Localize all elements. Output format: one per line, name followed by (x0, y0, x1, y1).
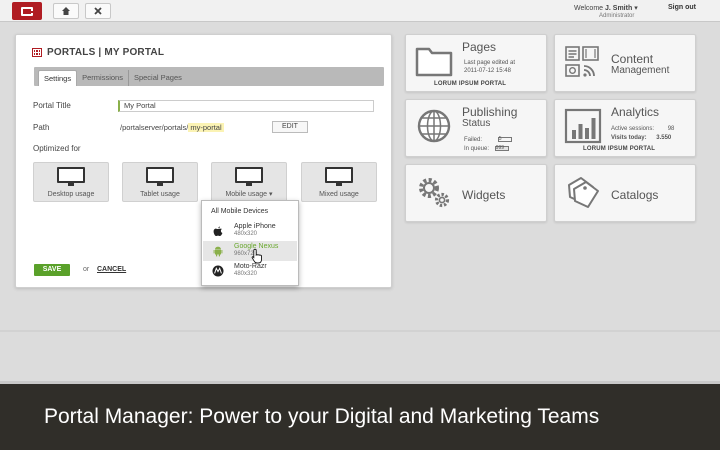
last-edited-label: Last page edited at (464, 60, 516, 66)
sign-out-link[interactable]: Sign out (668, 4, 696, 11)
tile-title: Pages (462, 40, 497, 54)
caption-text: Portal Manager: Power to your Digital an… (44, 405, 600, 428)
tab-settings[interactable]: Settings (38, 70, 78, 86)
cancel-link[interactable]: CANCEL (97, 266, 126, 273)
tile-analytics[interactable]: Analytics Active sessions: 98 Visits tod… (554, 99, 696, 157)
hand-cursor-icon (251, 248, 262, 264)
active-sessions-stat: Active sessions: 98 (611, 126, 674, 132)
tile-footer: LORUM IPSUM PORTAL (583, 146, 656, 152)
tile-title-line2: Management (611, 65, 670, 76)
device-option-mixed[interactable]: Mixed usage (301, 162, 377, 202)
tile-title: Widgets (462, 188, 506, 202)
device-name: Moto-Razr (234, 263, 267, 270)
queue-value: 999 (494, 146, 509, 151)
apple-icon (213, 226, 223, 236)
device-label: Mixed usage (319, 191, 359, 198)
active-sessions-value: 98 (667, 126, 675, 132)
user-name: J. Smith (605, 5, 633, 12)
device-name: Apple iPhone (234, 223, 276, 230)
failed-label: Failed: (464, 137, 483, 144)
or-text: or (83, 266, 90, 273)
settings-tabs: Settings Permissions Special Pages (34, 67, 384, 86)
device-resolution: 480x320 (234, 271, 258, 277)
caption-bar: Portal Manager: Power to your Digital an… (0, 381, 720, 450)
tile-pages[interactable]: Pages Last page edited at 2011-07-12 15:… (405, 34, 547, 92)
tile-title: Publishing (462, 105, 518, 119)
logo-mark-icon (21, 6, 33, 16)
panel-title: PORTALS | MY PORTAL (32, 47, 164, 58)
tags-icon (568, 177, 599, 208)
welcome-prefix: Welcome (574, 5, 604, 12)
failed-value: 5 (497, 137, 512, 142)
visits-today-stat: Visits today: 3.550 (611, 135, 671, 141)
path-value: /portalserver/portals/my-portal (120, 123, 224, 132)
close-icon (94, 7, 102, 15)
tile-title: Analytics (611, 105, 660, 119)
visits-today-value: 3.550 (656, 135, 672, 141)
panel-title-text: PORTALS | MY PORTAL (47, 47, 165, 58)
path-slug[interactable]: my-portal (188, 123, 224, 132)
tile-catalogs[interactable]: Catalogs (554, 164, 696, 222)
bar-chart-icon (564, 108, 602, 144)
android-icon (213, 246, 223, 257)
monitor-icon (57, 167, 85, 186)
gears-icon (419, 178, 450, 208)
content-media-icon (565, 46, 599, 77)
tab-special-pages[interactable]: Special Pages (129, 70, 187, 86)
edit-path-button[interactable]: EDIT (272, 121, 308, 133)
tile-widgets[interactable]: Widgets (405, 164, 547, 222)
device-option-mobile[interactable]: Mobile usage ▾ (211, 162, 287, 202)
globe-icon (417, 109, 451, 143)
tile-title-line2: Status (462, 118, 491, 129)
portal-grid-icon (32, 48, 42, 57)
home-icon (62, 7, 70, 15)
last-edited-date: 2011-07-12 15:48 (464, 68, 511, 74)
device-option-desktop[interactable]: Desktop usage (33, 162, 109, 202)
failed-stat: Failed: 5 (464, 137, 512, 143)
monitor-icon (325, 167, 353, 186)
close-button[interactable] (85, 3, 111, 19)
monitor-icon (146, 167, 174, 186)
queue-label: In queue: (464, 146, 490, 153)
user-role: Administrator (599, 13, 635, 19)
section-divider (0, 330, 720, 332)
motorola-icon (212, 265, 224, 277)
monitor-icon (235, 167, 263, 186)
optimized-for-label: Optimized for (33, 144, 81, 153)
tab-permissions[interactable]: Permissions (77, 70, 129, 86)
active-sessions-label: Active sessions: (611, 126, 655, 132)
tile-footer: LORUM IPSUM PORTAL (434, 81, 507, 87)
dropdown-item-apple-iphone[interactable]: Apple iPhone 480x320 (203, 221, 297, 241)
top-bar: Welcome J. Smith ▾ Administrator Sign ou… (0, 0, 720, 22)
path-label: Path (33, 123, 50, 132)
home-button[interactable] (53, 3, 79, 19)
queue-stat: In queue: 999 (464, 146, 509, 152)
save-button[interactable]: SAVE (34, 264, 70, 276)
user-menu-chevron-icon: ▾ (634, 5, 638, 12)
portal-title-label: Portal Title (33, 101, 71, 110)
visits-today-label: Visits today: (611, 135, 647, 141)
tile-title: Content (611, 52, 654, 66)
device-label: Mobile usage ▾ (225, 191, 273, 198)
app-logo[interactable] (12, 2, 42, 20)
dropdown-item-google-nexus[interactable]: Google Nexus 960x720 (203, 241, 297, 261)
path-prefix: /portalserver/portals/ (120, 123, 189, 132)
tile-content-management[interactable]: Content Management (554, 34, 696, 92)
welcome-text[interactable]: Welcome J. Smith ▾ (574, 4, 638, 12)
portal-title-input[interactable]: My Portal (118, 100, 374, 112)
device-resolution: 480x320 (234, 231, 258, 237)
tile-title: Catalogs (611, 188, 659, 202)
device-option-tablet[interactable]: Tablet usage (122, 162, 198, 202)
folder-icon (415, 47, 453, 77)
device-label: Desktop usage (47, 191, 95, 198)
dropdown-item-moto-razr[interactable]: Moto-Razr 480x320 (203, 261, 297, 281)
device-label: Tablet usage (140, 191, 180, 198)
tile-publishing-status[interactable]: Publishing Status Failed: 5 In queue: 99… (405, 99, 547, 157)
mobile-devices-dropdown: All Mobile Devices Apple iPhone 480x320 … (201, 200, 299, 286)
dropdown-header[interactable]: All Mobile Devices (211, 208, 268, 215)
